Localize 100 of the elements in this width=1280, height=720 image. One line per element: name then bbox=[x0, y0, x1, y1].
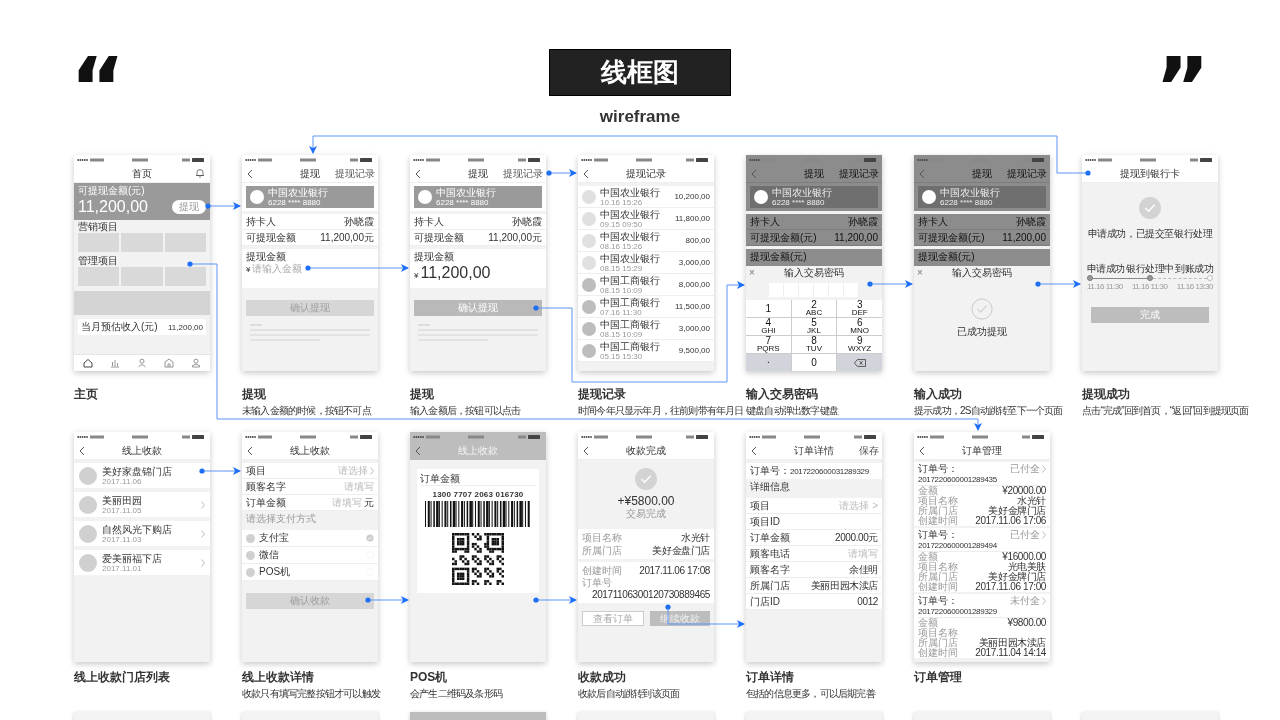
keypad-key[interactable]: 9 WXYZ bbox=[837, 336, 882, 353]
field-value: 11,200,00元 bbox=[488, 231, 542, 244]
record-date: 09.15 09:50 bbox=[600, 219, 643, 229]
keypad-key[interactable]: 2 ABC bbox=[791, 300, 837, 317]
keypad-key[interactable]: 6 MNO bbox=[837, 318, 882, 335]
order-card[interactable]: 订单号： 已付全 2017220600001289435 金额 ¥20000.00 项目名称 水光针 所属门店 美好金牌门店 创建时间 2017.11.06 17:06 bbox=[914, 462, 1050, 526]
qr-code-drawing bbox=[452, 533, 504, 585]
home-icon[interactable] bbox=[82, 358, 93, 368]
field-value: 孙晓霞 bbox=[344, 215, 374, 228]
back-icon[interactable] bbox=[79, 446, 85, 456]
store-date: 2017.11.06 bbox=[102, 476, 142, 486]
back-icon[interactable] bbox=[415, 169, 421, 179]
delete-key[interactable] bbox=[837, 354, 882, 371]
chevron-icon bbox=[201, 529, 205, 538]
store-name: 美好家盘锦门店 bbox=[102, 465, 172, 477]
store-list-item[interactable]: 美好家盘锦门店 2017.11.06 bbox=[74, 463, 210, 488]
order-card[interactable]: 订单号： 未付全 2017220600001289329 金额 ¥9800.00 项目名称 所属门店 美丽田园木渎店 创建时间 2017.11.04 14:14 bbox=[914, 594, 1050, 658]
detail-label: 项目名称 bbox=[918, 627, 958, 638]
keypad-key[interactable]: 3 DEF bbox=[837, 300, 882, 317]
bank-logo-icon bbox=[250, 190, 264, 204]
screen-caption-text: 收款后自动跳转到该页面 bbox=[578, 688, 681, 700]
bank-card[interactable]: 中国农业银行 6228 **** 8880 bbox=[918, 186, 1046, 208]
nav-action-link[interactable]: 提现记录 bbox=[839, 168, 879, 180]
income-label: 当月预估收入(元) bbox=[81, 321, 158, 333]
payment-option[interactable]: 微信 bbox=[242, 547, 378, 564]
detail-label: 创建时间 bbox=[582, 564, 622, 577]
store-list-item[interactable]: 爱美丽福下店 2017.11.01 bbox=[74, 550, 210, 575]
detail-label: 创建时间 bbox=[918, 581, 958, 593]
field-value: 2000.00元 bbox=[835, 531, 878, 544]
field-value: 孙晓霞 bbox=[1016, 215, 1046, 228]
tile-placeholder[interactable] bbox=[121, 267, 163, 286]
person-icon[interactable] bbox=[191, 358, 202, 368]
keypad-key[interactable]: 1 bbox=[746, 300, 791, 317]
nav-action-link[interactable]: 提现记录 bbox=[335, 168, 375, 180]
close-button[interactable]: × bbox=[749, 267, 755, 279]
detail-label: 所属门店 bbox=[918, 505, 958, 516]
shop-icon[interactable] bbox=[164, 358, 175, 368]
payment-option[interactable]: 支付宝 bbox=[242, 530, 378, 547]
payment-option[interactable]: POS机 bbox=[242, 564, 378, 581]
order-number: 2017220600001289494 bbox=[918, 541, 997, 550]
keypad-key[interactable]: 5 JKL bbox=[791, 318, 837, 335]
screen-caption-title: 提现成功 bbox=[1082, 387, 1131, 401]
keypad-key[interactable]: 4 GHI bbox=[746, 318, 791, 335]
nav-action-link[interactable]: 保存 bbox=[859, 445, 879, 457]
detail-value: ¥16000.00 bbox=[1002, 551, 1046, 562]
detail-label: 项目名称 bbox=[582, 531, 622, 544]
payment-amount: +¥5800.00 bbox=[617, 494, 675, 508]
bar-chart-icon[interactable] bbox=[109, 358, 120, 368]
back-icon[interactable] bbox=[751, 446, 757, 456]
payment-status: 交易完成 bbox=[626, 508, 666, 520]
keypad-key[interactable]: 8 TUV bbox=[791, 336, 837, 353]
order-status: 已付全 bbox=[1010, 463, 1040, 475]
amount-label: 提现金额(元) bbox=[750, 250, 807, 263]
nav-action-link[interactable]: 提现记录 bbox=[1007, 168, 1047, 180]
record-amount: 10,200,00 bbox=[674, 192, 710, 201]
nav-title: 收款完成 bbox=[626, 443, 666, 458]
back-icon[interactable] bbox=[415, 446, 421, 456]
keypad-key[interactable]: 0 bbox=[791, 354, 837, 371]
store-list-item[interactable]: 自然风光下购店 2017.11.03 bbox=[74, 521, 210, 546]
tile-placeholder[interactable] bbox=[78, 267, 120, 286]
detail-label: 金额 bbox=[918, 485, 938, 497]
nav-action-link[interactable]: 提现记录 bbox=[503, 168, 543, 180]
tile-placeholder[interactable] bbox=[78, 233, 120, 252]
nav-title: 提现 bbox=[300, 166, 320, 181]
order-status: 未付全 bbox=[1010, 595, 1040, 607]
close-button[interactable]: × bbox=[917, 267, 923, 279]
bell-icon[interactable] bbox=[195, 168, 205, 178]
section-label: 详细信息 bbox=[749, 480, 791, 494]
record-amount: 11,800,00 bbox=[675, 214, 710, 223]
keypad-key[interactable]: . bbox=[746, 354, 791, 371]
field-label: 持卡人 bbox=[750, 215, 780, 228]
detail-value: ¥9800.00 bbox=[1007, 617, 1046, 629]
store-list-item[interactable]: 美丽田园 2017.11.05 bbox=[74, 492, 210, 517]
store-avatar-icon bbox=[79, 553, 97, 572]
tile-placeholder[interactable] bbox=[121, 233, 163, 252]
back-icon[interactable] bbox=[919, 446, 925, 456]
person-icon[interactable] bbox=[136, 358, 147, 368]
bank-name: 中国农业银行 bbox=[600, 208, 660, 220]
chevron-icon bbox=[201, 500, 205, 509]
nav-title: 订单详情 bbox=[794, 443, 834, 458]
back-icon[interactable] bbox=[247, 446, 253, 456]
order-card[interactable]: 订单号： 已付全 2017220600001289494 金额 ¥16000.00 项目名称 光电美肤 所属门店 美好金牌门店 创建时间 2017.11.06 17:00 bbox=[914, 528, 1050, 592]
keypad-key[interactable]: 7 PQRS bbox=[746, 336, 791, 353]
tile-placeholder[interactable] bbox=[164, 233, 206, 252]
back-icon[interactable] bbox=[583, 446, 589, 456]
back-icon[interactable] bbox=[583, 169, 589, 179]
order-number: 2017220600031289329 bbox=[790, 466, 869, 476]
detail-label: 所属门店 bbox=[918, 637, 958, 648]
radio-icon[interactable] bbox=[366, 534, 374, 542]
tile-placeholder[interactable] bbox=[164, 267, 206, 286]
detail-value: 水光针 bbox=[1017, 495, 1046, 506]
field-label: 顾客名字 bbox=[750, 563, 790, 576]
amount-input[interactable]: 请输入金额 bbox=[252, 263, 323, 274]
back-icon[interactable] bbox=[247, 169, 253, 179]
check-circle-icon bbox=[1139, 197, 1161, 219]
record-date: 07.16 11:30 bbox=[600, 307, 642, 317]
store-name: 自然风光下购店 bbox=[102, 523, 172, 535]
bank-card[interactable]: 中国农业银行 6228 **** 8880 bbox=[750, 186, 878, 208]
screen-caption-text: 输入金额后，按钮可以点击 bbox=[410, 405, 522, 417]
section-label: 管理项目 bbox=[78, 255, 118, 267]
